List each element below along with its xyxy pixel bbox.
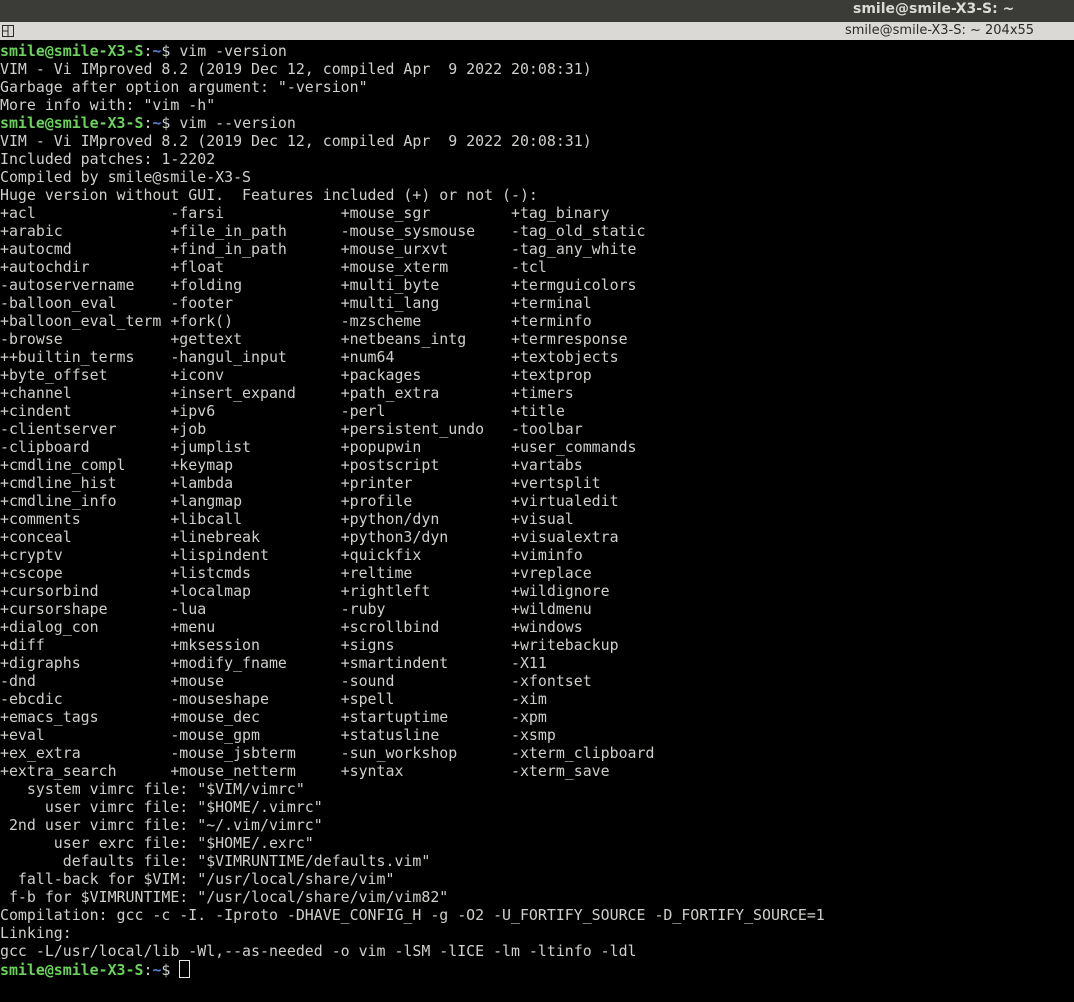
output-line: +cryptv +lispindent +quickfix +viminfo — [0, 546, 583, 564]
output-line: -autoservername +folding +multi_byte +te… — [0, 276, 637, 294]
system-bar-title: smile@smile-X3-S: ~ — [853, 1, 1015, 17]
output-line: +eval -mouse_gpm +statusline -xsmp — [0, 726, 556, 744]
output-line: Huge version without GUI. Features inclu… — [0, 186, 538, 204]
output-line: VIM - Vi IMproved 8.2 (2019 Dec 12, comp… — [0, 60, 592, 78]
output-line: +digraphs +modify_fname +smartindent -X1… — [0, 654, 547, 672]
output-line: -ebcdic -mouseshape +spell -xim — [0, 690, 547, 708]
output-line: 2nd user vimrc file: "~/.vim/vimrc" — [0, 816, 323, 834]
output-line: More info with: "vim -h" — [0, 96, 216, 114]
prompt-line: smile@smile-X3-S:~$ — [0, 960, 1074, 979]
output-line: f-b for $VIMRUNTIME: "/usr/local/share/v… — [0, 888, 449, 906]
output-line: +arabic +file_in_path -mouse_sysmouse -t… — [0, 222, 646, 240]
output-line: +cmdline_hist +lambda +printer +vertspli… — [0, 474, 601, 492]
text-cursor[interactable] — [179, 960, 191, 978]
output-line: Linking: — [0, 924, 72, 942]
output-line: VIM - Vi IMproved 8.2 (2019 Dec 12, comp… — [0, 132, 592, 150]
output-line: -browse +gettext +netbeans_intg +termres… — [0, 330, 628, 348]
prompt-user: smile@smile-X3-S — [0, 114, 144, 132]
split-terminal-icon[interactable] — [2, 25, 14, 37]
terminal-titlebar[interactable]: smile@smile-X3-S: ~ 204x55 — [0, 22, 1074, 40]
output-line: Garbage after option argument: "-version… — [0, 78, 368, 96]
output-line: +cindent +ipv6 -perl +title — [0, 402, 565, 420]
output-line: +balloon_eval_term +fork() -mzscheme +te… — [0, 312, 592, 330]
output-line: +extra_search +mouse_netterm +syntax -xt… — [0, 762, 610, 780]
output-line: user vimrc file: "$HOME/.vimrc" — [0, 798, 323, 816]
output-line: Compiled by smile@smile-X3-S — [0, 168, 252, 186]
output-line: +byte_offset +iconv +packages +textprop — [0, 366, 592, 384]
command-text: $ vim --version — [161, 114, 296, 132]
output-line: defaults file: "$VIMRUNTIME/defaults.vim… — [0, 852, 431, 870]
system-top-bar: smile@smile-X3-S: ~ — [0, 0, 1074, 22]
output-line: Compilation: gcc -c -I. -Iproto -DHAVE_C… — [0, 906, 825, 924]
prompt-line: smile@smile-X3-S:~$ vim -version — [0, 42, 1074, 60]
output-line: +acl -farsi +mouse_sgr +tag_binary — [0, 204, 610, 222]
prompt-line: smile@smile-X3-S:~$ vim --version — [0, 114, 1074, 132]
output-line: +autocmd +find_in_path +mouse_urxvt -tag… — [0, 240, 637, 258]
output-line: fall-back for $VIM: "/usr/local/share/vi… — [0, 870, 395, 888]
output-line: -dnd +mouse -sound -xfontset — [0, 672, 592, 690]
output-line: +cmdline_info +langmap +profile +virtual… — [0, 492, 619, 510]
output-line: +channel +insert_expand +path_extra +tim… — [0, 384, 574, 402]
output-line: user exrc file: "$HOME/.exrc" — [0, 834, 314, 852]
output-line: +cursorbind +localmap +rightleft +wildig… — [0, 582, 610, 600]
output-line: gcc -L/usr/local/lib -Wl,--as-needed -o … — [0, 942, 637, 960]
output-line: +conceal +linebreak +python3/dyn +visual… — [0, 528, 619, 546]
output-line: +autochdir +float +mouse_xterm -tcl — [0, 258, 547, 276]
output-line: -clientserver +job +persistent_undo -too… — [0, 420, 583, 438]
output-line: +comments +libcall +python/dyn +visual — [0, 510, 574, 528]
output-line: +cscope +listcmds +reltime +vreplace — [0, 564, 592, 582]
output-line: +emacs_tags +mouse_dec +startuptime -xpm — [0, 708, 547, 726]
output-line: -balloon_eval -footer +multi_lang +termi… — [0, 294, 592, 312]
output-line: +cmdline_compl +keymap +postscript +vart… — [0, 456, 583, 474]
output-line: +diff +mksession +signs +writebackup — [0, 636, 619, 654]
output-line: Included patches: 1-2202 — [0, 150, 216, 168]
output-line: +ex_extra -mouse_jsbterm -sun_workshop -… — [0, 744, 655, 762]
output-line: +cursorshape -lua -ruby +wildmenu — [0, 600, 592, 618]
terminal-output[interactable]: smile@smile-X3-S:~$ vim -version VIM - Vi… — [0, 42, 1074, 1000]
window-title: smile@smile-X3-S: ~ 204x55 — [845, 23, 1035, 38]
output-line: +dialog_con +menu +scrollbind +windows — [0, 618, 583, 636]
output-line: ++builtin_terms -hangul_input +num64 +te… — [0, 348, 619, 366]
prompt-user: smile@smile-X3-S — [0, 961, 144, 979]
command-text: $ vim -version — [161, 42, 287, 60]
output-line: system vimrc file: "$VIM/vimrc" — [0, 780, 305, 798]
prompt-user: smile@smile-X3-S — [0, 42, 144, 60]
output-line: -clipboard +jumplist +popupwin +user_com… — [0, 438, 637, 456]
command-text: $ — [161, 961, 180, 979]
